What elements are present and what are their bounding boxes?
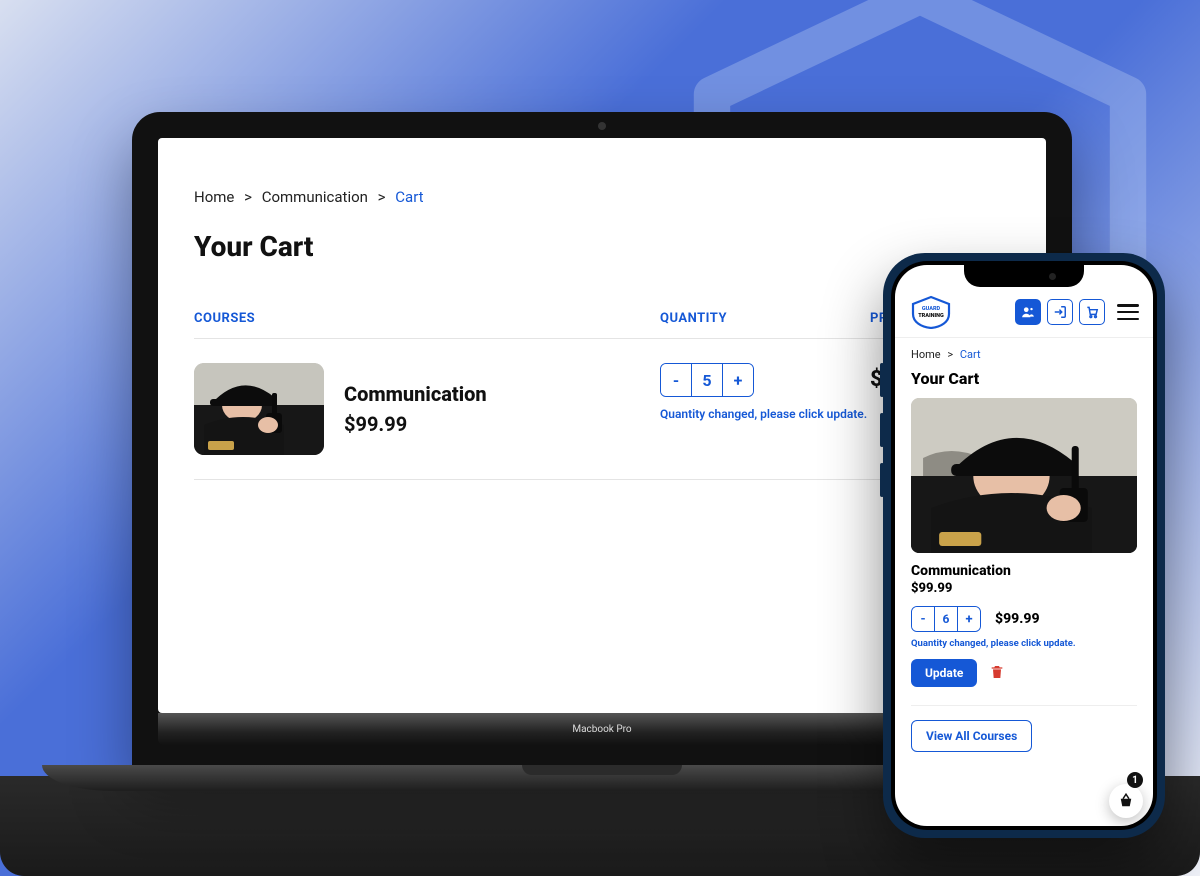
cart-button[interactable] bbox=[1079, 299, 1105, 325]
trash-icon bbox=[989, 664, 1005, 680]
page-title: Your Cart bbox=[194, 230, 1010, 263]
qty-increment-button[interactable]: + bbox=[958, 607, 980, 631]
floating-cart-button[interactable] bbox=[1109, 784, 1143, 818]
qty-changed-message: Quantity changed, please click update. bbox=[911, 638, 1137, 649]
qty-increment-button[interactable]: + bbox=[723, 364, 753, 396]
brand-logo[interactable]: GUARD TRAINING bbox=[909, 295, 953, 329]
phone-side-button bbox=[880, 413, 884, 447]
remove-item-button[interactable] bbox=[989, 664, 1005, 683]
cart-icon bbox=[1085, 305, 1099, 319]
col-courses: COURSES bbox=[194, 311, 660, 326]
course-name: Communication bbox=[911, 563, 1137, 579]
breadcrumb-home[interactable]: Home bbox=[194, 188, 234, 206]
divider bbox=[911, 705, 1137, 706]
breadcrumb: Home > Communication > Cart bbox=[194, 188, 1010, 206]
breadcrumb-sep: > bbox=[378, 188, 386, 206]
quantity-stepper: - 6 + bbox=[911, 606, 981, 632]
account-button[interactable] bbox=[1015, 299, 1041, 325]
phone-side-button bbox=[880, 463, 884, 497]
logo-text-bottom: TRAINING bbox=[918, 313, 944, 319]
phone-frame: GUARD TRAINING bbox=[883, 253, 1165, 838]
line-price: $99.99 bbox=[995, 611, 1040, 627]
laptop-trackpad-notch bbox=[522, 765, 682, 775]
quantity-stepper: - 5 + bbox=[660, 363, 754, 397]
breadcrumb-current: Cart bbox=[395, 188, 423, 206]
qty-decrement-button[interactable]: - bbox=[661, 364, 691, 396]
page-title: Your Cart bbox=[911, 369, 1137, 388]
course-thumbnail bbox=[911, 398, 1137, 553]
person-icon bbox=[1021, 305, 1035, 319]
course-name: Communication bbox=[344, 382, 487, 406]
course-unit-price: $99.99 bbox=[344, 412, 487, 436]
update-button[interactable]: Update bbox=[911, 659, 977, 687]
cart-count-badge: 1 bbox=[1127, 772, 1143, 788]
breadcrumb-sep: > bbox=[244, 188, 252, 206]
breadcrumb-home[interactable]: Home bbox=[911, 348, 941, 361]
breadcrumb-sep: > bbox=[947, 348, 953, 361]
qty-value[interactable]: 6 bbox=[934, 607, 958, 631]
qty-decrement-button[interactable]: - bbox=[912, 607, 934, 631]
qty-changed-message: Quantity changed, please click update. bbox=[660, 407, 870, 421]
col-quantity: QUANTITY bbox=[660, 311, 870, 326]
qty-value[interactable]: 5 bbox=[691, 364, 723, 396]
laptop-label: Macbook Pro bbox=[572, 724, 631, 735]
hamburger-icon bbox=[1117, 304, 1139, 307]
course-thumbnail bbox=[194, 363, 324, 455]
menu-button[interactable] bbox=[1117, 304, 1139, 320]
breadcrumb-current: Cart bbox=[960, 348, 981, 361]
basket-icon bbox=[1117, 792, 1135, 810]
login-icon bbox=[1053, 305, 1067, 319]
laptop-camera bbox=[598, 122, 606, 130]
phone-notch bbox=[964, 265, 1084, 287]
breadcrumb: Home > Cart bbox=[911, 348, 1137, 361]
course-unit-price: $99.99 bbox=[911, 581, 1137, 596]
logo-text-top: GUARD bbox=[922, 306, 941, 312]
login-button[interactable] bbox=[1047, 299, 1073, 325]
view-all-courses-button[interactable]: View All Courses bbox=[911, 720, 1032, 752]
breadcrumb-communication[interactable]: Communication bbox=[262, 188, 368, 206]
phone-side-button bbox=[880, 363, 884, 397]
